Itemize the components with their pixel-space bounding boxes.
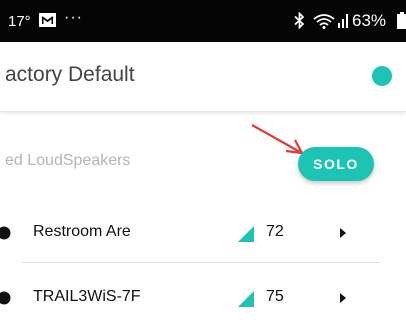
row-divider bbox=[22, 262, 380, 263]
expand-arrow-icon[interactable] bbox=[339, 292, 347, 304]
more-notifications-indicator: ··· bbox=[64, 9, 83, 26]
speaker-name: TRAIL3WiS-7F bbox=[33, 288, 141, 305]
volume-level-icon bbox=[238, 226, 254, 242]
speaker-row[interactable]: TRAIL3WiS-7F 75 bbox=[0, 270, 406, 320]
status-time: 17° bbox=[8, 13, 31, 30]
speaker-level: 72 bbox=[266, 223, 284, 240]
section-label: ed LoudSpeakers bbox=[5, 152, 131, 169]
expand-arrow-icon[interactable] bbox=[339, 227, 347, 239]
battery-icon bbox=[397, 12, 406, 29]
signal-icon bbox=[338, 14, 348, 28]
speaker-level: 75 bbox=[266, 288, 284, 305]
annotation-arrow-icon bbox=[251, 124, 304, 155]
bluetooth-icon bbox=[294, 12, 305, 29]
speaker-name: Restroom Are bbox=[33, 223, 131, 240]
battery-percent: 63% bbox=[352, 11, 387, 30]
app-bar: actory Default bbox=[0, 42, 406, 112]
wifi-icon bbox=[313, 14, 335, 29]
status-bar: 17° ··· 63% bbox=[0, 0, 406, 42]
page-title: actory Default bbox=[5, 63, 135, 86]
speaker-row[interactable]: Restroom Are 72 bbox=[0, 205, 406, 261]
volume-level-icon bbox=[238, 291, 254, 307]
message-icon bbox=[39, 13, 56, 27]
speaker-status-icon bbox=[0, 291, 11, 305]
connection-status-indicator[interactable] bbox=[372, 66, 392, 86]
speaker-status-icon bbox=[0, 226, 11, 240]
solo-button[interactable]: SOLO bbox=[298, 147, 374, 181]
